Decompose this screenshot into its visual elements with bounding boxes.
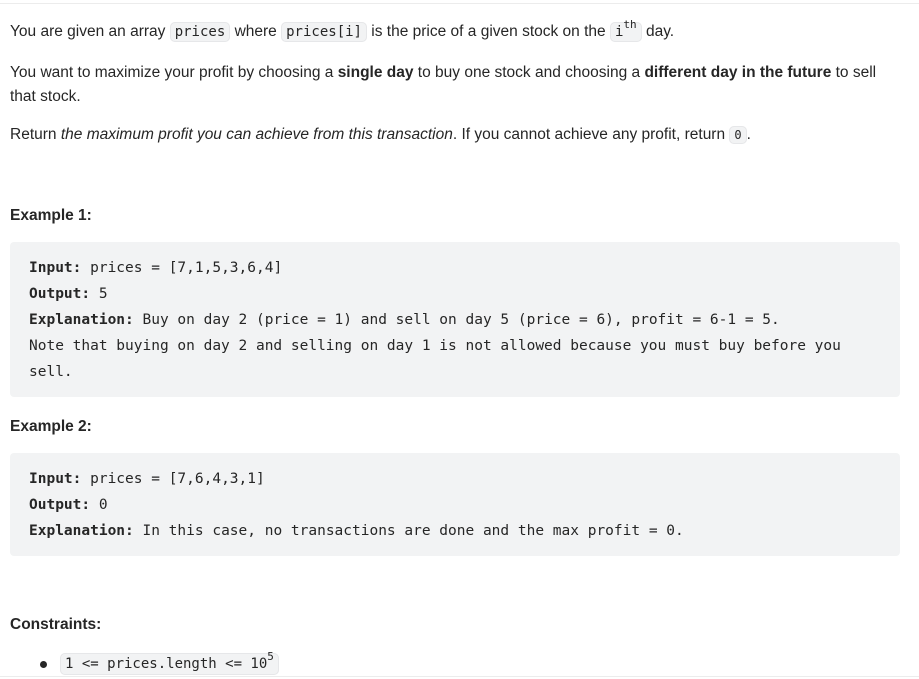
example-2-heading: Example 2: [10,418,92,435]
code-base: 1 <= prices.length <= 10 [65,656,268,672]
constraint-code: 1 <= prices.length <= 105 [60,650,279,675]
bottom-divider [0,676,919,677]
output-label: Output: [29,286,91,302]
inline-code-prices-i: prices[i] [281,22,367,42]
bullet-icon [40,661,47,668]
explanation-label: Explanation: [29,312,134,328]
intro-paragraph-3: Return the maximum profit you can achiev… [10,123,751,147]
top-divider [0,3,919,4]
emphasis-text: the maximum profit you can achieve from … [60,126,453,143]
example-input-line: Input: prices = [7,6,4,3,1] [29,466,881,492]
input-label: Input: [29,260,82,276]
example-explanation-line: Explanation: In this case, no transactio… [29,518,881,544]
explanation-label: Explanation: [29,523,134,539]
explanation-value: In this case, no transactions are done a… [133,523,684,539]
example-2-block: Input: prices = [7,6,4,3,1] Output: 0 Ex… [10,453,900,556]
text-span: Return [10,126,61,143]
intro-paragraph-2: You want to maximize your profit by choo… [10,61,902,109]
bold-text: different day in the future [644,64,832,81]
output-value: 0 [90,497,108,513]
code-superscript: th [623,18,637,32]
text-span: where [230,23,282,40]
bold-text: single day [337,64,414,81]
output-value: 5 [90,286,108,302]
constraints-heading: Constraints: [10,616,102,633]
example-1-heading: Example 1: [10,207,92,224]
example-note-line-2: sell. [29,364,73,380]
inline-code-zero: 0 [729,126,747,144]
example-1-block: Input: prices = [7,1,5,3,6,4] Output: 5 … [10,242,900,397]
input-value: prices = [7,1,5,3,6,4] [81,260,283,276]
code-superscript: 5 [267,650,274,664]
example-input-line: Input: prices = [7,1,5,3,6,4] [29,255,881,281]
example-note-line-1: Note that buying on day 2 and selling on… [29,338,841,354]
example-explanation-line: Explanation: Buy on day 2 (price = 1) an… [29,307,881,333]
inline-code-ith: ith [609,19,642,42]
inline-code-prices: prices [169,22,231,42]
constraints-list: 1 <= prices.length <= 105 [10,651,279,677]
text-span: . If you cannot achieve any profit, retu… [452,126,730,143]
example-output-line: Output: 0 [29,492,881,518]
example-output-line: Output: 5 [29,281,881,307]
text-span: day. [641,23,675,40]
text-span: . [746,126,751,143]
constraint-item: 1 <= prices.length <= 105 [10,651,279,677]
text-span: You want to maximize your profit by choo… [10,64,338,81]
text-span: to buy one stock and choosing a [413,64,645,81]
input-label: Input: [29,471,82,487]
explanation-value: Buy on day 2 (price = 1) and sell on day… [133,312,780,328]
intro-paragraph-1: You are given an array prices where pric… [10,19,675,44]
text-span: You are given an array [10,23,170,40]
text-span: is the price of a given stock on the [366,23,610,40]
output-label: Output: [29,497,91,513]
input-value: prices = [7,6,4,3,1] [81,471,265,487]
